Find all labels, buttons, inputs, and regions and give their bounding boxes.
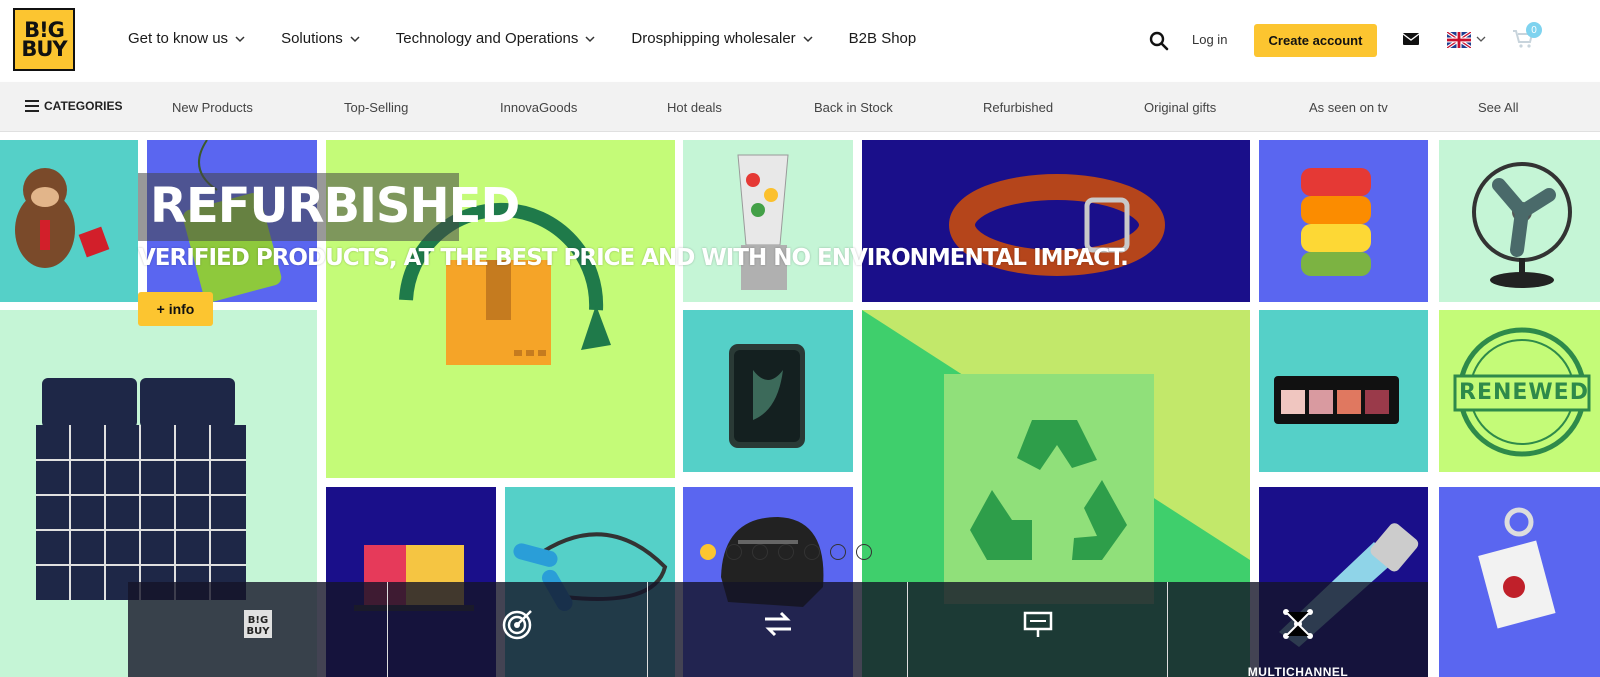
logo-line2: BUY	[21, 36, 67, 61]
uk-flag-icon[interactable]	[1447, 32, 1471, 48]
feature-exchange[interactable]	[648, 582, 908, 677]
nav-label: B2B Shop	[848, 30, 917, 47]
bigbuy-logo-icon: B!GBUY	[243, 610, 272, 638]
bigbuy-logo[interactable]: B!G BUY	[13, 8, 75, 71]
chevron-down-icon	[235, 35, 245, 42]
monkey-toy-tile	[0, 140, 138, 302]
slide-dot-5[interactable]	[804, 544, 820, 560]
monkey-plush-image	[15, 168, 110, 268]
category-new-products[interactable]: New Products	[172, 100, 253, 115]
slide-dot-1[interactable]	[700, 544, 716, 560]
svg-text:B!G: B!G	[247, 615, 267, 626]
blender-tile	[683, 140, 853, 302]
slide-dot-6[interactable]	[830, 544, 846, 560]
exchange-arrows-icon	[764, 611, 791, 637]
category-back-in-stock[interactable]: Back in Stock	[814, 100, 893, 115]
nav-technology-operations[interactable]: Technology and Operations	[396, 30, 598, 47]
category-as-seen-on-tv[interactable]: As seen on tv	[1309, 100, 1388, 115]
chevron-down-icon	[585, 35, 595, 42]
desk-fan-image	[1472, 162, 1572, 288]
chevron-down-icon	[803, 35, 813, 42]
presentation-board-icon	[1023, 611, 1052, 637]
smartphone-image	[729, 344, 805, 448]
more-info-button[interactable]: + info	[138, 292, 213, 326]
fan-tile	[1439, 140, 1600, 302]
main-nav: Get to know us Solutions Technology and …	[128, 30, 950, 47]
network-nodes-icon	[1283, 609, 1313, 639]
chevron-down-icon	[350, 35, 360, 42]
create-account-button[interactable]: Create account	[1254, 24, 1377, 57]
nav-b2b-shop[interactable]: B2B Shop	[849, 30, 917, 47]
slide-dot-2[interactable]	[726, 544, 742, 560]
blender-image	[737, 154, 789, 290]
feature-presentation[interactable]	[908, 582, 1168, 677]
ice-lolly-molds-image	[1301, 168, 1371, 276]
hero-banner[interactable]: RENEWED REFURBISHED VERIFIED PRODUCTS, A…	[0, 132, 1600, 677]
search-icon[interactable]	[1148, 30, 1170, 52]
hero-subtitle: VERIFIED PRODUCTS, AT THE BEST PRICE AND…	[138, 245, 1129, 271]
hamburger-menu-icon	[25, 100, 39, 112]
nav-dropshipping-wholesaler[interactable]: Drosphipping wholesaler	[631, 30, 814, 47]
renewed-stamp-text: RENEWED	[1459, 380, 1589, 405]
category-top-selling[interactable]: Top-Selling	[344, 100, 408, 115]
feature-bigbuy[interactable]: B!G BUY	[128, 582, 388, 677]
category-innovagoods[interactable]: InnovaGoods	[500, 100, 577, 115]
slide-dot-7[interactable]	[856, 544, 872, 560]
target-icon	[502, 610, 532, 640]
feature-target[interactable]	[388, 582, 648, 677]
nav-label: Technology and Operations	[395, 30, 579, 47]
nav-label: Get to know us	[128, 30, 229, 47]
nav-get-to-know-us[interactable]: Get to know us	[128, 30, 247, 47]
envelope-charm-image	[1478, 507, 1556, 629]
features-bar: B!G BUY MULTICHANNEL	[128, 582, 1428, 677]
ice-molds-tile	[1259, 140, 1428, 302]
eyeshadow-palette-image	[1274, 376, 1399, 424]
leather-belt-image	[949, 174, 1165, 276]
cart-count-badge: 0	[1526, 22, 1542, 38]
category-see-all[interactable]: See All	[1478, 100, 1518, 115]
svg-text:BUY: BUY	[246, 626, 270, 637]
slide-dot-3[interactable]	[752, 544, 768, 560]
nav-label: Drosphipping wholesaler	[631, 30, 796, 47]
categories-label: CATEGORIES	[44, 99, 123, 113]
renewed-stamp-tile: RENEWED	[1439, 310, 1600, 472]
feature-label: MULTICHANNEL	[1247, 665, 1349, 677]
nav-label: Solutions	[281, 30, 343, 47]
hero-title: REFURBISHED	[150, 178, 520, 234]
nav-solutions[interactable]: Solutions	[281, 30, 362, 47]
belt-tile	[862, 140, 1250, 302]
chevron-down-icon[interactable]	[1475, 33, 1487, 45]
eyeshadow-tile	[1259, 310, 1428, 472]
mail-icon[interactable]	[1402, 31, 1420, 47]
category-refurbished[interactable]: Refurbished	[983, 100, 1053, 115]
slider-dots	[700, 544, 882, 560]
site-header: B!G BUY Get to know us Solutions Technol…	[0, 0, 1600, 82]
category-hot-deals[interactable]: Hot deals	[667, 100, 722, 115]
phone-tile	[683, 310, 853, 472]
login-link[interactable]: Log in	[1192, 32, 1227, 47]
feature-multichannel[interactable]: MULTICHANNEL	[1168, 582, 1428, 677]
charm-tile	[1439, 487, 1600, 677]
category-original-gifts[interactable]: Original gifts	[1144, 100, 1216, 115]
slide-dot-4[interactable]	[778, 544, 794, 560]
categories-bar: CATEGORIES New Products Top-Selling Inno…	[0, 82, 1600, 132]
categories-menu-button[interactable]: CATEGORIES	[25, 99, 122, 113]
